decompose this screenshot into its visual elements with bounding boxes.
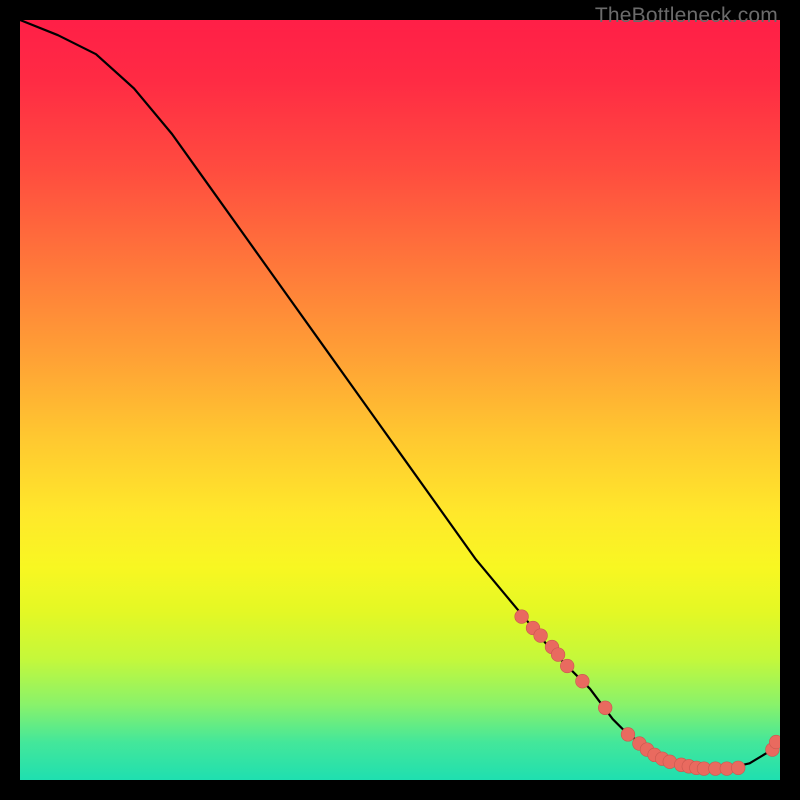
watermark-text: TheBottleneck.com — [595, 4, 778, 28]
data-point — [769, 735, 780, 749]
data-point — [534, 629, 548, 643]
bottleneck-curve — [20, 20, 780, 769]
chart-overlay — [20, 20, 780, 780]
data-point — [621, 728, 635, 742]
data-point — [598, 701, 612, 715]
scatter-points — [515, 610, 780, 776]
data-point — [515, 610, 529, 624]
chart-container: TheBottleneck.com — [0, 0, 800, 800]
data-point — [731, 761, 745, 775]
data-point — [576, 674, 590, 688]
data-point — [551, 648, 565, 662]
data-point — [560, 659, 574, 673]
